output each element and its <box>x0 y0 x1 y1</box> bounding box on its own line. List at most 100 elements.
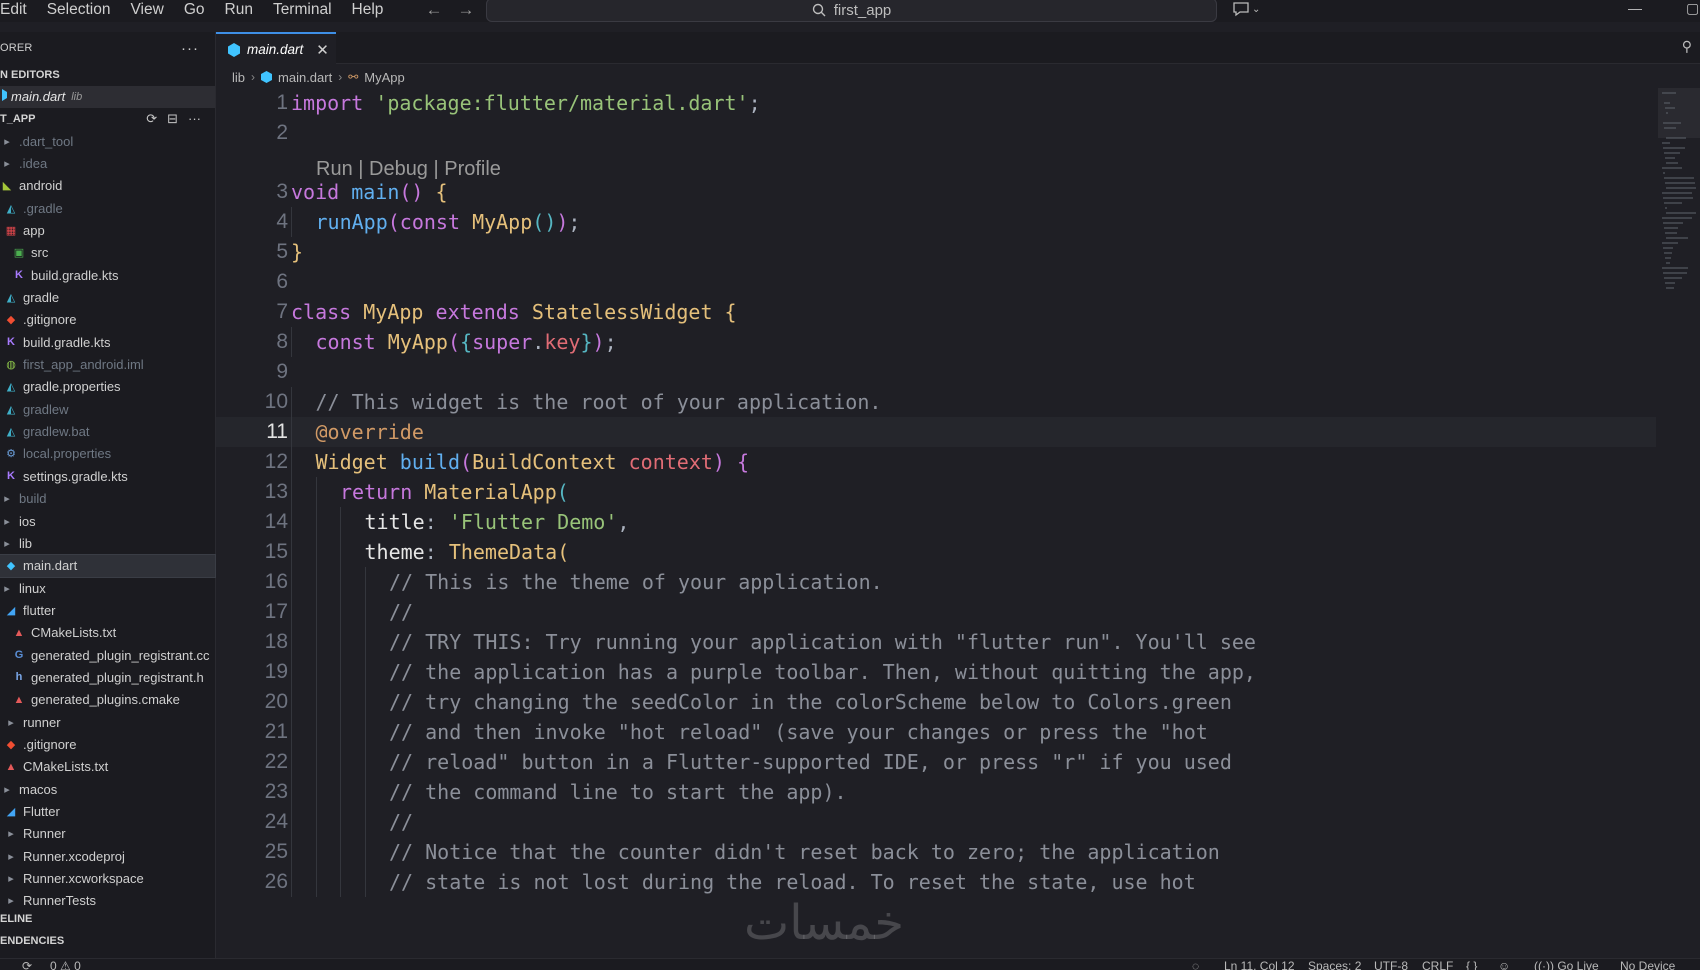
tree-item[interactable]: ▲ CMakeLists.txt <box>0 622 215 644</box>
tree-item[interactable]: ◆ .gitignore <box>0 309 215 331</box>
tree-item[interactable]: ◍ first_app_android.iml <box>0 353 215 375</box>
breadcrumb-folder[interactable]: lib <box>232 70 245 85</box>
open-editors-section[interactable]: N EDITORS <box>0 64 215 86</box>
maximize-icon[interactable]: ▢ <box>1686 0 1699 17</box>
tree-item[interactable]: ▣ src <box>0 242 215 264</box>
watermark-logo: خمسات <box>744 895 905 951</box>
indent-guide <box>291 477 292 507</box>
tree-item[interactable]: ▸ .idea <box>0 152 215 174</box>
line-number: 26 <box>264 870 288 893</box>
code-token: // and then invoke "hot reload" (save yo… <box>389 720 1208 744</box>
tree-item[interactable]: ▸ lib <box>0 532 215 554</box>
copilot-chat-icon[interactable]: ⌄ <box>1232 1 1260 17</box>
problems-count[interactable]: 0 ⚠ 0 <box>50 959 81 970</box>
indent-guide <box>340 777 341 807</box>
collapse-all-icon[interactable]: ⊟ <box>167 111 178 127</box>
copilot-icon[interactable]: ☺ <box>1498 959 1510 970</box>
menu-view[interactable]: View <box>120 0 173 22</box>
line-ending[interactable]: CRLF <box>1422 959 1453 970</box>
tree-item[interactable]: Ggenerated_plugin_registrant.cc <box>0 644 215 666</box>
tree-item[interactable]: ◭ gradle.properties <box>0 376 215 398</box>
code-token: , <box>617 510 630 534</box>
go-live-button[interactable]: ((·)) Go Live <box>1534 959 1599 970</box>
encoding[interactable]: UTF-8 <box>1374 959 1408 970</box>
menu-run[interactable]: Run <box>215 0 263 22</box>
menu-edit[interactable]: Edit <box>0 0 37 22</box>
tree-item[interactable]: ▸ .dart_tool <box>0 130 215 152</box>
minimap-line <box>1663 122 1681 124</box>
tree-item-label: CMakeLists.txt <box>23 759 109 775</box>
menu-help[interactable]: Help <box>342 0 394 22</box>
tree-item[interactable]: ◢ Flutter <box>0 800 215 822</box>
code-text: class MyApp extends StatelessWidget { <box>291 297 737 327</box>
tree-item[interactable]: ◭ gradlew.bat <box>0 420 215 442</box>
tree-item[interactable]: Ksettings.gradle.kts <box>0 465 215 487</box>
breadcrumb-file[interactable]: main.dart <box>278 70 332 85</box>
menu-selection[interactable]: Selection <box>37 0 121 22</box>
indent-guide <box>364 627 366 657</box>
tree-item[interactable]: ◭ .gradle <box>0 197 215 219</box>
tree-item[interactable]: ▸ runner <box>0 711 215 733</box>
breadcrumb-symbol[interactable]: MyApp <box>364 70 404 85</box>
code-token: () <box>399 180 424 204</box>
command-center-search[interactable]: first_app <box>486 0 1217 22</box>
tab-main-dart[interactable]: main.dart ✕ <box>216 32 336 65</box>
tree-item[interactable]: ▦ app <box>0 219 215 241</box>
code-editor[interactable]: Run | Debug | Profile 1 import 'package:f… <box>216 88 1656 958</box>
tree-item[interactable]: ◣ android <box>0 175 215 197</box>
braces-icon[interactable]: { } <box>1466 959 1477 970</box>
tree-item[interactable]: Kbuild.gradle.kts <box>0 331 215 353</box>
menu-go[interactable]: Go <box>174 0 215 22</box>
tree-item[interactable]: ▲ CMakeLists.txt <box>0 756 215 778</box>
menu-terminal[interactable]: Terminal <box>263 0 342 22</box>
tree-item[interactable]: Kbuild.gradle.kts <box>0 264 215 286</box>
tree-item[interactable]: ▸ Runner.xcworkspace <box>0 867 215 889</box>
refresh-icon[interactable]: ⟳ <box>146 111 157 127</box>
bell-icon[interactable]: ◌ <box>1192 959 1199 970</box>
tree-item[interactable]: ▸ Runner.xcodeproj <box>0 845 215 867</box>
code-text: // <box>389 597 413 627</box>
project-section-header[interactable]: T_APP ⟳ ⊟ ··· <box>0 108 215 130</box>
tree-item[interactable]: ▸ ios <box>0 510 215 532</box>
tree-item[interactable]: ⚙ local.properties <box>0 443 215 465</box>
close-icon[interactable]: ✕ <box>316 41 329 59</box>
timeline-section[interactable]: ELINE <box>0 908 32 930</box>
open-editor-item[interactable]: main.dart lib <box>0 86 215 108</box>
indentation[interactable]: Spaces: 2 <box>1308 959 1361 970</box>
cursor-position[interactable]: Ln 11, Col 12 <box>1224 959 1295 970</box>
minimap[interactable] <box>1658 88 1700 328</box>
code-token: ThemeData <box>448 540 558 564</box>
sync-icon[interactable]: ⟳ <box>22 959 32 970</box>
flutter-folder-icon: ◢ <box>6 604 16 617</box>
tree-item[interactable]: ◭ gradlew <box>0 398 215 420</box>
code-token: : <box>424 540 437 564</box>
tree-item[interactable]: ▸ build <box>0 488 215 510</box>
tree-item[interactable]: ▸ linux <box>0 577 215 599</box>
line-number: 7 <box>276 300 288 323</box>
tree-item[interactable]: ▲ generated_plugins.cmake <box>0 689 215 711</box>
more-actions-icon[interactable]: ··· <box>188 111 201 127</box>
tree-item[interactable]: ◆ main.dart <box>0 553 216 578</box>
minimize-icon[interactable]: — <box>1628 0 1642 16</box>
forward-arrow-icon[interactable]: → <box>450 0 482 20</box>
code-token: key <box>544 330 581 354</box>
tree-item-label: local.properties <box>23 446 112 462</box>
device-selector[interactable]: No Device <box>1620 959 1675 970</box>
indent-guide <box>364 717 366 747</box>
tree-item[interactable]: ▸ macos <box>0 778 215 800</box>
tree-item[interactable]: ▸ Runner <box>0 823 215 845</box>
tree-item[interactable]: ◢ flutter <box>0 599 215 621</box>
line-number: 24 <box>264 810 288 833</box>
tree-item[interactable]: ◆ .gitignore <box>0 733 215 755</box>
back-arrow-icon[interactable]: ← <box>418 0 450 20</box>
minimap-slider[interactable] <box>1658 88 1700 138</box>
dependencies-section[interactable]: ENDENCIES <box>0 930 64 952</box>
minimap-line <box>1663 147 1685 149</box>
tree-item[interactable]: h generated_plugin_registrant.h <box>0 666 215 688</box>
split-editor-icon[interactable]: ⚲ <box>1682 38 1692 55</box>
minimap-line <box>1664 202 1682 204</box>
indent-guide <box>315 687 317 717</box>
more-actions-icon[interactable]: ··· <box>181 40 199 57</box>
tree-item[interactable]: ◭ gradle <box>0 286 215 308</box>
kotlin-icon: K <box>7 470 15 483</box>
